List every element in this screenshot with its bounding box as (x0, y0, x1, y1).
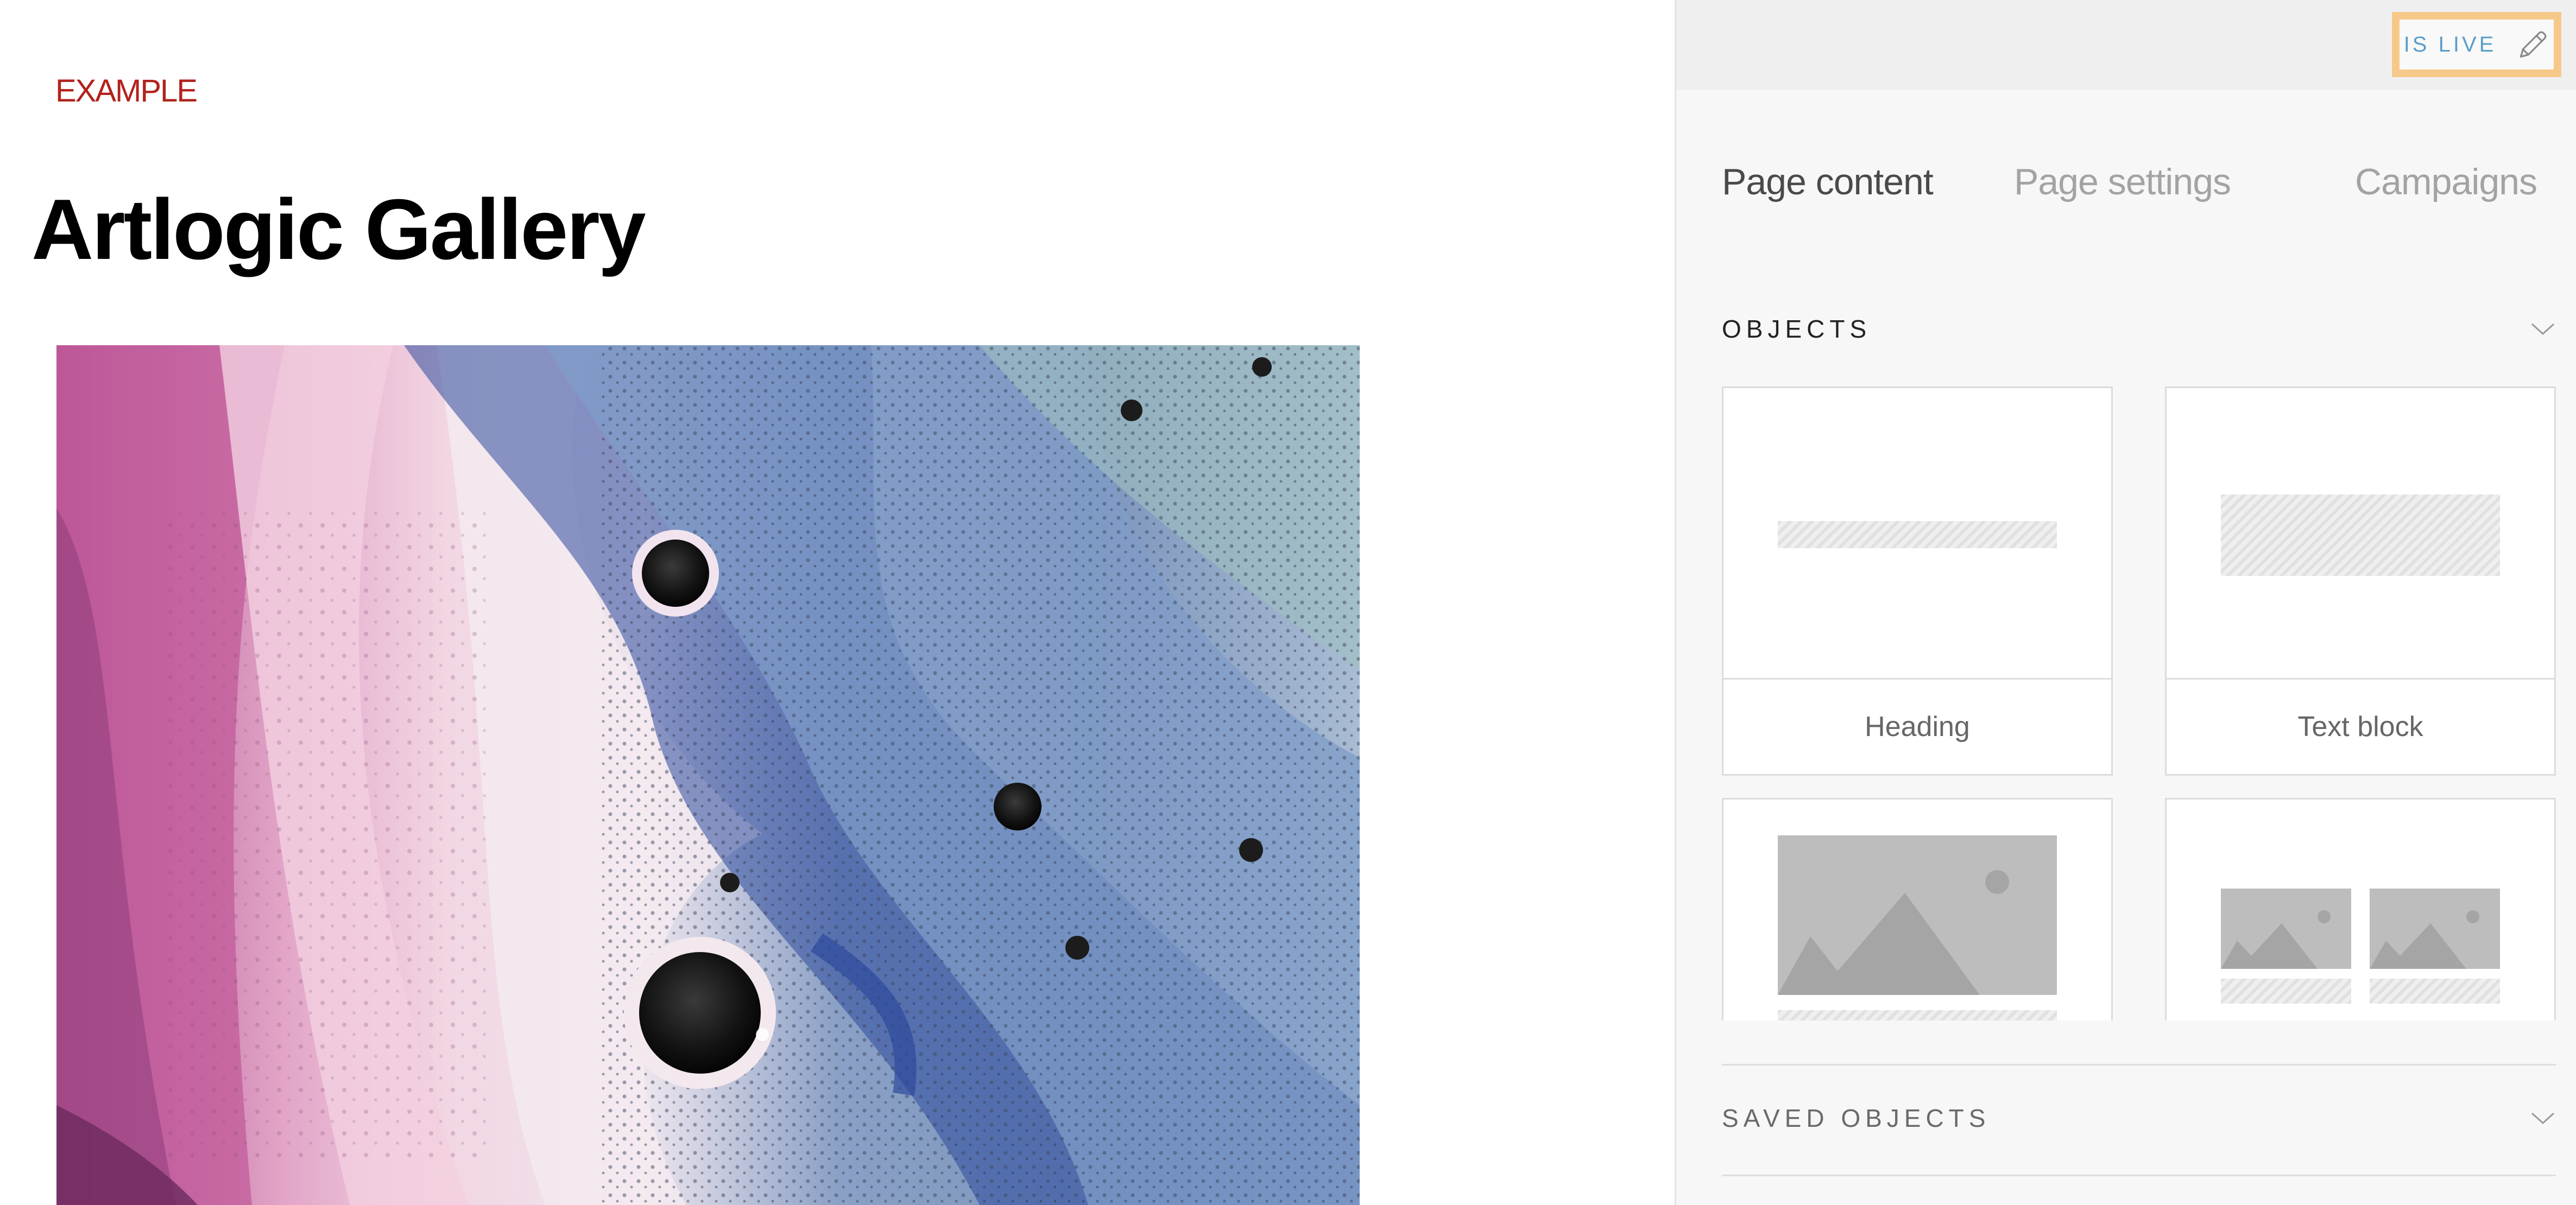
saved-objects-section-header[interactable]: SAVED OBJECTS (1722, 1096, 2556, 1140)
page-eyebrow: EXAMPLE (55, 73, 198, 109)
pencil-icon (2520, 31, 2547, 58)
objects-grid: Heading Text block (1722, 386, 2558, 1020)
chevron-down-icon (2531, 1112, 2555, 1125)
object-tile-text-block[interactable]: Text block (2165, 386, 2556, 776)
editor-sidebar: IS LIVE Page content Page settings Campa… (1675, 0, 2576, 1205)
image-placeholder-icon (2221, 889, 2351, 969)
abstract-paint-artwork (56, 345, 1360, 1205)
object-tile-label: Heading (1865, 711, 1970, 743)
image-caption-placeholder (1778, 1010, 2057, 1020)
panel-topbar: IS LIVE (1676, 0, 2576, 90)
text-block-placeholder (2221, 494, 2500, 576)
editor-screen: EXAMPLE Artlogic Gallery IS LIVE Page co… (0, 0, 2576, 1205)
tab-page-settings[interactable]: Page settings (2014, 161, 2231, 203)
is-live-label: IS LIVE (2403, 32, 2497, 56)
heading-thumbnail (1723, 388, 2111, 680)
section-divider (1722, 1175, 2556, 1176)
is-live-button[interactable]: IS LIVE (2392, 12, 2561, 77)
saved-objects-section-title: SAVED OBJECTS (1722, 1104, 1991, 1132)
gallery-caption-placeholder (2221, 979, 2351, 1004)
objects-section-header[interactable]: OBJECTS (1722, 307, 2556, 351)
text-block-thumbnail (2167, 388, 2554, 680)
hero-image[interactable] (56, 345, 1360, 1205)
objects-section-title: OBJECTS (1722, 315, 1872, 343)
object-tile-gallery[interactable] (2165, 798, 2556, 1020)
object-tile-heading[interactable]: Heading (1722, 386, 2113, 776)
page-preview: EXAMPLE Artlogic Gallery (0, 0, 1675, 1205)
image-thumbnail (1723, 800, 2111, 1020)
object-tile-image[interactable] (1722, 798, 2113, 1020)
gallery-thumbnail (2167, 800, 2554, 1020)
tab-campaigns[interactable]: Campaigns (2355, 161, 2537, 203)
tab-page-content[interactable]: Page content (1722, 161, 1934, 203)
image-placeholder-icon (2370, 889, 2500, 969)
page-title: Artlogic Gallery (31, 182, 646, 277)
object-tile-label: Text block (2297, 711, 2423, 743)
chevron-down-icon (2531, 323, 2555, 335)
heading-placeholder-bar (1778, 521, 2057, 548)
section-divider (1722, 1064, 2556, 1066)
image-placeholder-icon (1778, 835, 2057, 995)
gallery-caption-placeholder (2370, 979, 2500, 1004)
